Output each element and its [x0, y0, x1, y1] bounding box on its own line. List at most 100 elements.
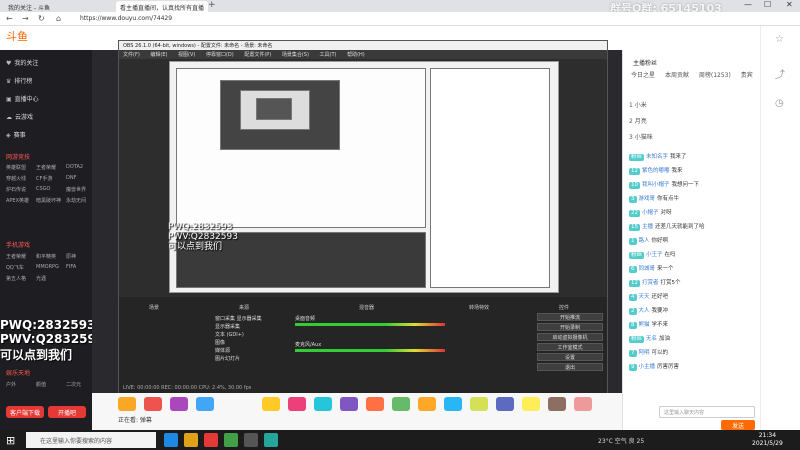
obs-menu-scene-collection[interactable]: 场景集合(S) [282, 52, 309, 58]
gift-icon[interactable] [340, 397, 358, 411]
app-icon[interactable] [204, 433, 218, 447]
category-link[interactable]: QQ飞车 [6, 264, 24, 271]
back-icon[interactable]: ← [6, 14, 13, 23]
tab-week-rank[interactable]: 周榜(1253) [699, 72, 731, 79]
start-streaming-button[interactable]: 开始推流 [537, 313, 603, 321]
category-link[interactable]: 颜值 [36, 381, 46, 388]
sidebar-item-live-center[interactable]: ▣ 直播中心 [6, 94, 39, 103]
category-link[interactable]: 英雄联盟 [6, 164, 26, 171]
category-link[interactable]: DOTA2 [66, 164, 83, 170]
obs-menu-view[interactable]: 视图(V) [178, 52, 195, 58]
source-row[interactable]: 图像 [215, 339, 225, 346]
browser-tab-live[interactable]: 看主播直播间，认真找所有直播 [116, 1, 208, 12]
gift-icon[interactable] [392, 397, 410, 411]
category-link[interactable]: MMORPG [36, 264, 59, 270]
category-link[interactable]: 二次元 [66, 381, 81, 388]
obs-icon[interactable] [244, 433, 258, 447]
tab-vip[interactable]: 贵宾 [741, 72, 753, 79]
gift-icon[interactable] [470, 397, 488, 411]
gift-icon[interactable] [418, 397, 436, 411]
windows-start-icon[interactable]: ⊞ [6, 434, 15, 447]
obs-menu-docks[interactable]: 停靠窗口(D) [206, 52, 234, 58]
app-icon[interactable] [264, 433, 278, 447]
sidebar-item-cloud-game[interactable]: ☁ 云游戏 [6, 112, 33, 121]
category-link[interactable]: DNF [66, 175, 76, 181]
category-link[interactable]: FIFA [66, 264, 76, 270]
obs-menu-file[interactable]: 文件(F) [123, 52, 140, 58]
taskbar-search-input[interactable]: 在这里输入你要搜索的内容 [26, 432, 156, 448]
gift-icon[interactable] [262, 397, 280, 411]
source-row[interactable]: 显示器采集 [215, 323, 240, 330]
send-button[interactable]: 发送 [721, 420, 755, 430]
gift-icon[interactable] [522, 397, 540, 411]
category-link[interactable]: APEX英雄 [6, 197, 29, 204]
rank-row[interactable]: 2 月亮 [629, 116, 647, 125]
category-link[interactable]: CSGO [36, 186, 50, 192]
gift-icon[interactable] [366, 397, 384, 411]
maximize-icon[interactable]: ☐ [764, 0, 771, 9]
gift-icon[interactable] [196, 397, 214, 411]
weather-widget[interactable]: 23°C 空气 良 25 [598, 436, 644, 445]
home-icon[interactable]: ⌂ [56, 14, 61, 23]
category-link[interactable]: 户外 [6, 381, 16, 388]
studio-mode-button[interactable]: 工作室模式 [537, 343, 603, 351]
start-recording-button[interactable]: 开始录制 [537, 323, 603, 331]
category-link[interactable]: 魔兽世界 [66, 186, 86, 193]
chat-input[interactable]: 这里输入聊天内容 [659, 406, 755, 418]
gift-icon[interactable] [496, 397, 514, 411]
category-link[interactable]: 和平精英 [36, 253, 56, 260]
rank-row[interactable]: 1 小米 [629, 100, 647, 109]
browser-tab-following[interactable]: 我的关注 - 斗鱼 [4, 1, 112, 12]
sidebar-item-following[interactable]: ♥ 我的关注 [6, 58, 38, 67]
category-link[interactable]: 穿越火线 [6, 175, 26, 182]
source-row[interactable]: 文本 (GDI+) [215, 331, 244, 338]
obs-menu-tools[interactable]: 工具(T) [320, 52, 337, 58]
category-link[interactable]: CF手游 [36, 175, 52, 182]
app-icon[interactable] [224, 433, 238, 447]
tab-today-star[interactable]: 今日之星 [631, 72, 655, 79]
close-icon[interactable]: ✕ [786, 0, 793, 9]
source-row[interactable]: 媒体源 [215, 347, 230, 354]
obs-menu-help[interactable]: 帮助(H) [347, 52, 365, 58]
obs-menu-edit[interactable]: 编辑(E) [150, 52, 167, 58]
obs-preview[interactable] [169, 61, 559, 293]
gift-icon[interactable] [144, 397, 162, 411]
folder-icon[interactable] [184, 433, 198, 447]
sidebar-item-ranking[interactable]: ♛ 排行榜 [6, 76, 32, 85]
source-row[interactable]: 图片幻灯片 [215, 355, 240, 362]
share-icon[interactable]: ⤴ [775, 66, 785, 81]
category-link[interactable]: 暗黑破坏神 [36, 197, 61, 204]
category-link[interactable]: 王者荣耀 [36, 164, 56, 171]
history-icon[interactable]: ◷ [775, 98, 784, 109]
category-link[interactable]: 光遇 [36, 275, 46, 282]
download-client-button[interactable]: 客户端下载 [6, 406, 44, 418]
gift-icon[interactable] [444, 397, 462, 411]
new-tab-button[interactable]: + [208, 0, 216, 10]
virtual-camera-button[interactable]: 启动虚拟摄像机 [537, 333, 603, 341]
tab-week-contrib[interactable]: 本周贡献 [665, 72, 689, 79]
category-link[interactable]: 原神 [66, 253, 76, 260]
source-row[interactable]: 窗口采集 显示器采集 [215, 315, 262, 322]
minimize-icon[interactable]: — [744, 0, 752, 9]
gift-icon[interactable] [288, 397, 306, 411]
settings-button[interactable]: 设置 [537, 353, 603, 361]
start-live-button[interactable]: 开播吧 [48, 406, 86, 418]
douyu-logo[interactable]: 斗鱼 [6, 28, 28, 44]
gift-icon[interactable] [574, 397, 592, 411]
star-icon[interactable]: ☆ [775, 34, 784, 45]
sidebar-item-events[interactable]: ◈ 赛事 [6, 130, 26, 139]
exit-button[interactable]: 退出 [537, 363, 603, 371]
taskbar-clock[interactable]: 21:34 2021/5/29 [752, 432, 783, 448]
edge-icon[interactable] [164, 433, 178, 447]
category-link[interactable]: 王者荣耀 [6, 253, 26, 260]
forward-icon[interactable]: → [22, 14, 29, 23]
gift-icon[interactable] [548, 397, 566, 411]
category-link[interactable]: 炉石传说 [6, 186, 26, 193]
obs-menu-profile[interactable]: 配置文件(P) [244, 52, 271, 58]
reload-icon[interactable]: ↻ [38, 14, 45, 23]
category-link[interactable]: 第五人格 [6, 275, 26, 282]
gift-icon[interactable] [118, 397, 136, 411]
rank-row[interactable]: 3 小猫咪 [629, 132, 653, 141]
gift-icon[interactable] [314, 397, 332, 411]
url-field[interactable]: https://www.douyu.com/74429 [80, 14, 600, 24]
